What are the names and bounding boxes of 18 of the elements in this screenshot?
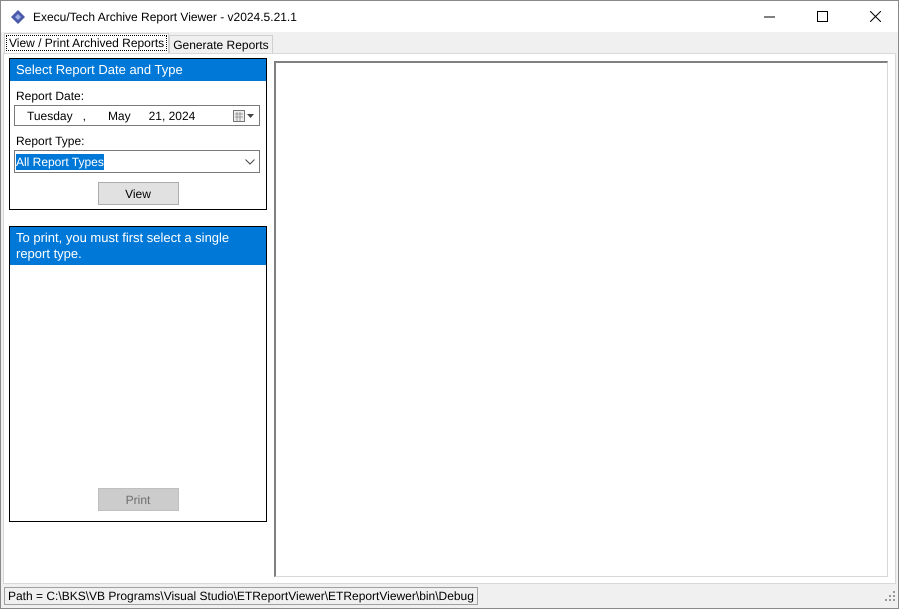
window-title: Execu/Tech Archive Report Viewer - v2024.5.21.1	[33, 10, 298, 24]
maximize-icon	[816, 11, 828, 22]
chevron-down-icon	[245, 158, 255, 164]
field-label: Report Type:	[16, 134, 86, 148]
tab[interactable]: View / Print Archived Reports	[4, 33, 170, 53]
tab[interactable]: Generate Reports	[169, 35, 273, 53]
minimize-icon	[764, 16, 774, 18]
app-icon	[10, 8, 26, 24]
calendar-dropdown-icon[interactable]	[233, 110, 255, 122]
close-icon	[870, 11, 880, 22]
field-label: Report Date:	[16, 89, 86, 103]
resize-grip-icon[interactable]	[885, 591, 895, 601]
panel-header: To print, you must first select a single report type.	[10, 227, 266, 265]
report-type-dropdown[interactable]: All Report Types	[14, 150, 260, 173]
view-button[interactable]: View	[98, 182, 178, 205]
date-picker[interactable]: Tuesday , May 21, 2024	[14, 105, 260, 126]
status-path: Path = C:\BKS\VB Programs\Visual Studio\ETReportViewer\ETReportViewer\bin\Debug	[4, 587, 478, 605]
panel-header: Select Report Date and Type	[10, 59, 266, 81]
